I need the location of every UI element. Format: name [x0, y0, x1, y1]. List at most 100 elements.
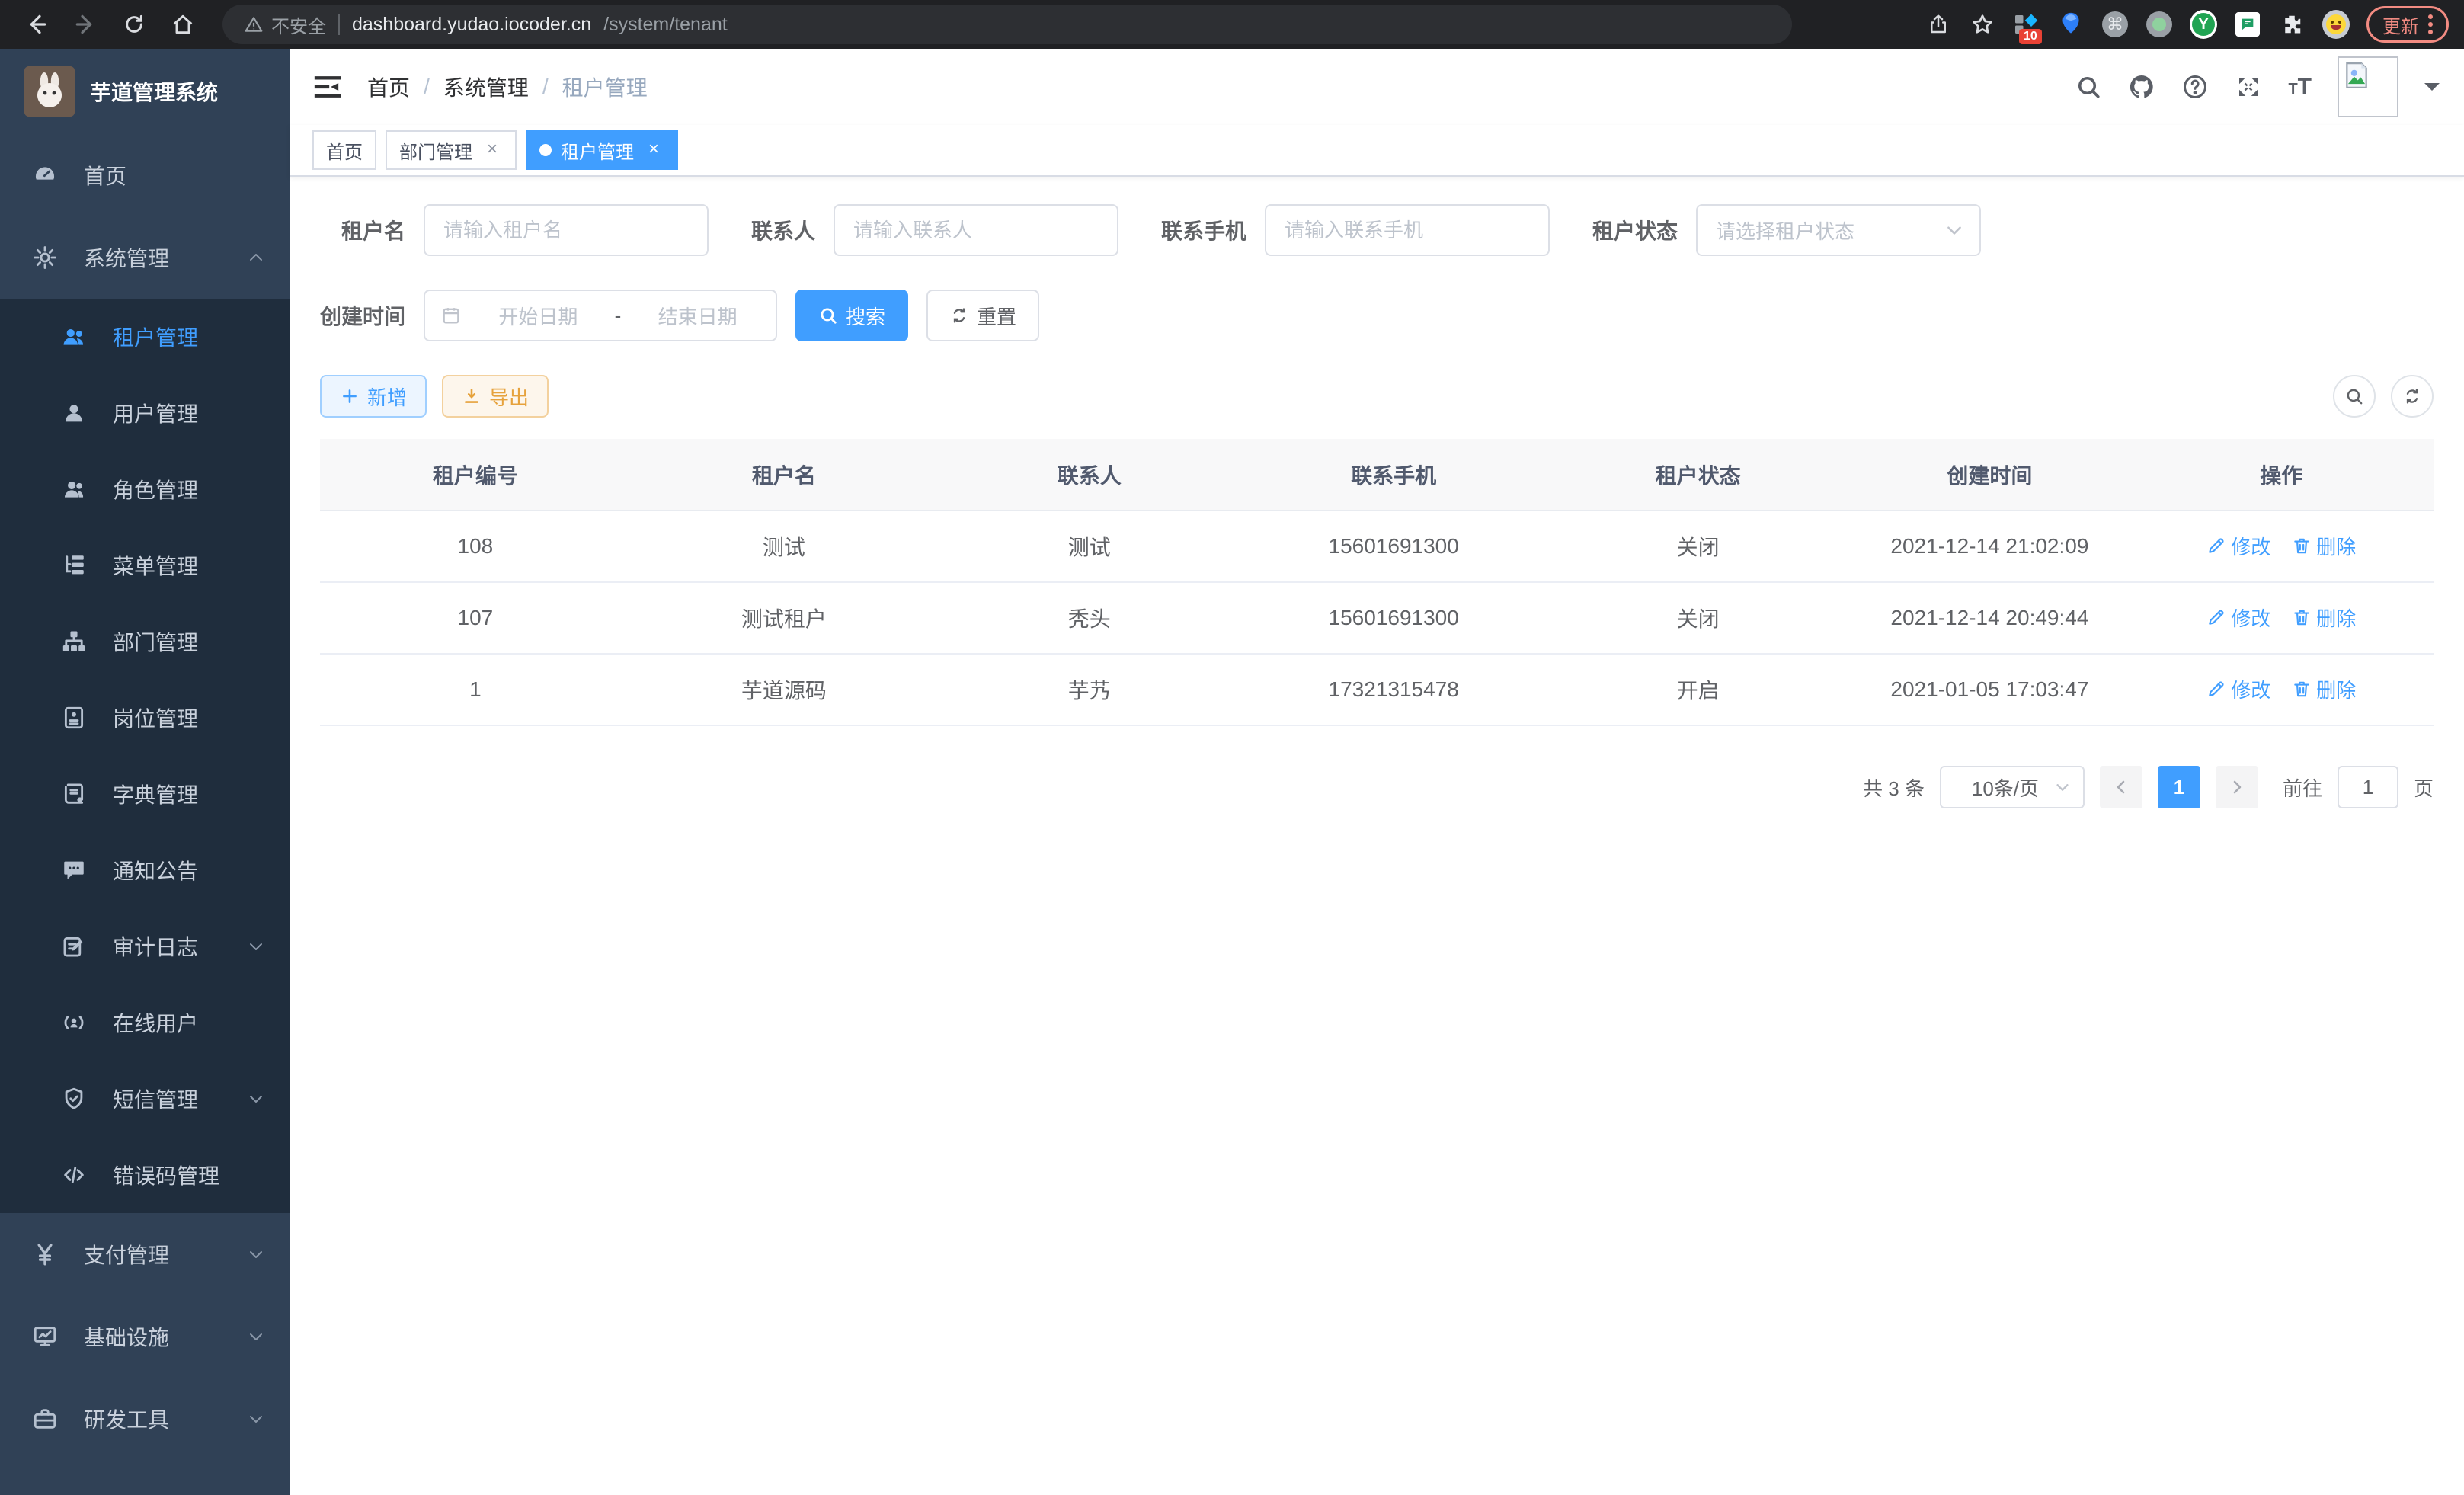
recorder-extension-icon[interactable] [2146, 11, 2173, 38]
sidebar-item-审计日志[interactable]: 审计日志 [0, 908, 290, 984]
page-number-button[interactable]: 1 [2158, 766, 2200, 808]
dashboard-icon [32, 162, 58, 188]
browser-reload-icon[interactable] [113, 3, 155, 46]
browser-forward-icon[interactable] [64, 3, 107, 46]
delete-row-button[interactable]: 删除 [2292, 532, 2356, 560]
delete-row-button[interactable]: 删除 [2292, 603, 2356, 632]
sidebar-item-用户管理[interactable]: 用户管理 [0, 375, 290, 451]
sidebar-item-首页[interactable]: 首页 [0, 134, 290, 216]
y-extension-icon[interactable]: Y [2190, 11, 2217, 38]
chevron-right-icon [2228, 778, 2246, 796]
browser-update-button[interactable]: 更新 [2366, 6, 2449, 43]
browser-menu-icon[interactable] [2428, 14, 2433, 34]
help-icon[interactable] [2181, 73, 2209, 101]
refresh-table-button[interactable] [2391, 375, 2434, 418]
github-icon[interactable] [2128, 73, 2155, 101]
tab-租户管理[interactable]: 租户管理 × [526, 130, 678, 170]
share-icon[interactable] [1925, 11, 1952, 38]
table-cell: 15601691300 [1241, 511, 1545, 582]
table-column-header: 租户名 [631, 439, 937, 511]
profile-avatar-icon[interactable] [2322, 11, 2350, 38]
chat-extension-icon[interactable] [2234, 11, 2261, 38]
sidebar-item-通知公告[interactable]: 通知公告 [0, 832, 290, 908]
sidebar-item-label: 短信管理 [113, 1084, 247, 1114]
shield-icon [61, 1086, 87, 1112]
date-range-picker[interactable]: 开始日期 - 结束日期 [424, 290, 777, 341]
sidebar-item-租户管理[interactable]: 租户管理 [0, 299, 290, 375]
org-icon [61, 629, 87, 655]
breadcrumb: 首页 / 系统管理 / 租户管理 [367, 72, 648, 102]
table-cell: 测试 [937, 511, 1241, 582]
table-cell: 108 [320, 511, 631, 582]
sidebar-item-错误码管理[interactable]: 错误码管理 [0, 1137, 290, 1213]
add-button[interactable]: 新增 [320, 375, 427, 418]
tenant-name-input[interactable] [424, 204, 709, 256]
sidebar-item-在线用户[interactable]: 在线用户 [0, 984, 290, 1061]
command-extension-icon[interactable]: ⌘ [2101, 11, 2129, 38]
bookmark-star-icon[interactable] [1969, 11, 1996, 38]
fullscreen-icon[interactable] [2235, 73, 2262, 101]
edit-row-button[interactable]: 修改 [2206, 532, 2270, 560]
sidebar-item-菜单管理[interactable]: 菜单管理 [0, 527, 290, 603]
sidebar-item-label: 菜单管理 [113, 550, 265, 581]
tab-首页[interactable]: 首页 [312, 130, 376, 170]
sidebar-item-字典管理[interactable]: 字典管理 [0, 756, 290, 832]
edit-row-button[interactable]: 修改 [2206, 603, 2270, 632]
user-avatar[interactable] [2338, 56, 2398, 117]
table-cell: 关闭 [1546, 582, 1850, 654]
collapse-sidebar-icon[interactable] [312, 72, 343, 102]
edit-row-button[interactable]: 修改 [2206, 675, 2270, 703]
security-indicator[interactable]: 不安全 [244, 11, 326, 38]
breadcrumb-home[interactable]: 首页 [367, 72, 410, 102]
sidebar-item-岗位管理[interactable]: 岗位管理 [0, 680, 290, 756]
sidebar-menu: 首页系统管理租户管理用户管理角色管理菜单管理部门管理岗位管理字典管理通知公告审计… [0, 134, 290, 1460]
close-tab-icon[interactable]: × [482, 139, 503, 161]
goto-page-input[interactable] [2338, 766, 2398, 808]
show-search-toggle-button[interactable] [2333, 375, 2376, 418]
tab-部门管理[interactable]: 部门管理× [386, 130, 517, 170]
contact-input[interactable] [834, 204, 1118, 256]
dict-icon [61, 781, 87, 807]
prev-page-button[interactable] [2100, 766, 2142, 808]
sidebar-item-研发工具[interactable]: 研发工具 [0, 1378, 290, 1460]
address-bar[interactable]: 不安全 dashboard.yudao.iocoder.cn/system/te… [222, 5, 1792, 44]
topbar: 首页 / 系统管理 / 租户管理 [290, 49, 2464, 125]
browser-actions: 10 ⌘ Y 更新 [1798, 6, 2449, 43]
table-toolbar: 新增 导出 [320, 375, 2434, 418]
sidebar-item-基础设施[interactable]: 基础设施 [0, 1295, 290, 1378]
notice-icon [61, 857, 87, 883]
puzzle-extensions-icon[interactable] [2278, 11, 2306, 38]
search-button[interactable]: 搜索 [795, 290, 908, 341]
sidebar-item-label: 岗位管理 [113, 703, 265, 733]
status-select[interactable]: 请选择租户状态 [1696, 204, 1981, 256]
plus-icon [340, 386, 360, 406]
delete-row-button[interactable]: 删除 [2292, 675, 2356, 703]
table-cell: 107 [320, 582, 631, 654]
reset-button[interactable]: 重置 [926, 290, 1039, 341]
avatar-dropdown-caret[interactable] [2424, 83, 2440, 98]
sidebar-item-短信管理[interactable]: 短信管理 [0, 1061, 290, 1137]
close-tab-icon[interactable]: × [643, 139, 664, 161]
sidebar-item-label: 用户管理 [113, 398, 265, 428]
pagination: 共 3 条 10条/页 1 前往 页 [320, 766, 2434, 808]
created-label: 创建时间 [320, 300, 405, 331]
browser-home-icon[interactable] [162, 3, 204, 46]
font-size-icon[interactable]: TT [2288, 74, 2312, 100]
mobile-input[interactable] [1265, 204, 1550, 256]
search-icon[interactable] [2075, 73, 2102, 101]
export-button[interactable]: 导出 [442, 375, 549, 418]
chevron-down-icon [247, 937, 265, 956]
sidebar-item-支付管理[interactable]: 支付管理 [0, 1213, 290, 1295]
browser-back-icon[interactable] [15, 3, 58, 46]
kite-extension-icon[interactable] [2057, 11, 2085, 38]
tab-label: 租户管理 [561, 137, 634, 164]
next-page-button[interactable] [2216, 766, 2258, 808]
contact-label: 联系人 [751, 215, 815, 245]
sidebar-item-部门管理[interactable]: 部门管理 [0, 603, 290, 680]
extension-blocks-icon[interactable]: 10 [2013, 11, 2040, 38]
calendar-icon [440, 305, 462, 326]
breadcrumb-system[interactable]: 系统管理 [443, 72, 529, 102]
sidebar-item-角色管理[interactable]: 角色管理 [0, 451, 290, 527]
page-size-select[interactable]: 10条/页 [1940, 766, 2085, 808]
sidebar-item-系统管理[interactable]: 系统管理 [0, 216, 290, 299]
